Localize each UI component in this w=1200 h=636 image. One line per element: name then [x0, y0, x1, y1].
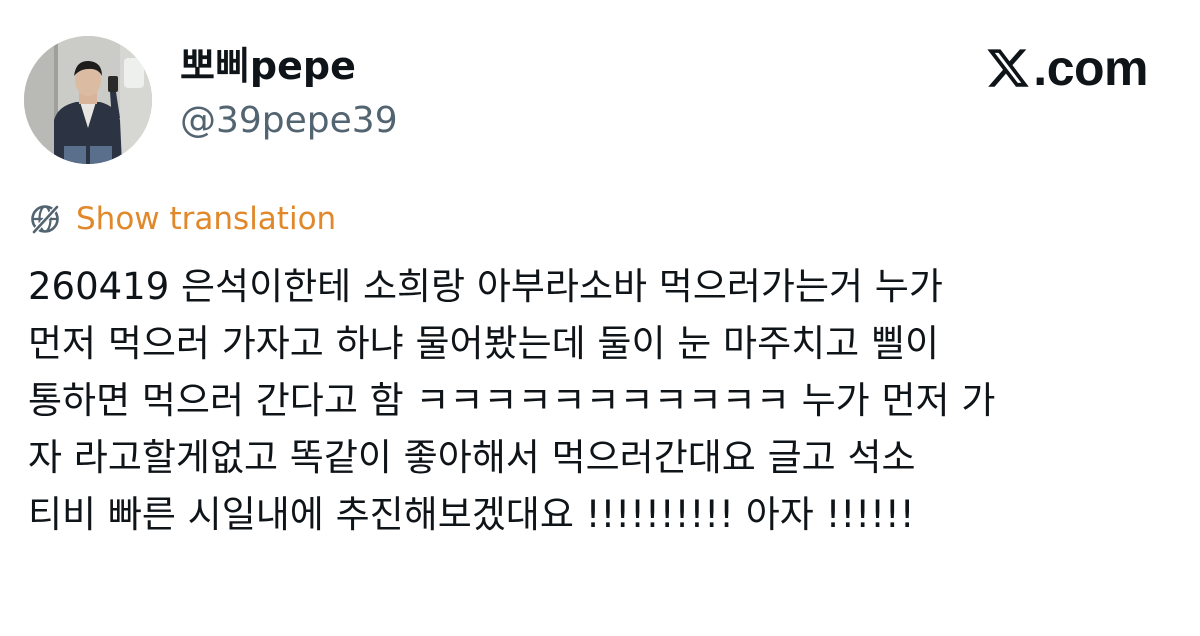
tweet-text: 260419 은석이한테 소희랑 아부라소바 먹으러가는거 누가 먼저 먹으러 …: [28, 258, 1178, 543]
show-translation-button[interactable]: Show translation: [28, 196, 336, 242]
display-name[interactable]: 뽀삐pepe: [180, 40, 356, 92]
user-handle[interactable]: @39pepe39: [180, 96, 398, 146]
tweet-text-line: 자 라고할게없고 똑같이 좋아해서 먹으러간대요 글고 석소: [28, 436, 916, 479]
tweet-text-line: 티비 빠른 시일내에 추진해보겠대요 !!!!!!!!!! 아자 !!!!!!: [28, 493, 915, 536]
show-translation-label: Show translation: [76, 201, 337, 237]
avatar[interactable]: [24, 36, 152, 164]
x-logo-icon: [987, 49, 1030, 87]
x-com-brand: .com: [985, 38, 1148, 98]
tweet-card: 뽀삐pepe @39pepe39 .com Show translation 2…: [0, 0, 1200, 636]
tweet-text-line: 260419 은석이한테 소희랑 아부라소바 먹으러가는거 누가: [28, 265, 943, 308]
tweet-text-line: 통하면 먹으러 간다고 함 ㅋㅋㅋㅋㅋㅋㅋㅋㅋㅋㅋ 누가 먼저 가: [28, 379, 996, 422]
brand-domain-text: .com: [1033, 40, 1148, 96]
tweet-text-line: 먼저 먹으러 가자고 하냐 물어봤는데 둘이 눈 마주치고 삘이: [28, 322, 940, 365]
profile-photo-icon: [24, 36, 152, 164]
globe-icon: [31, 205, 59, 234]
